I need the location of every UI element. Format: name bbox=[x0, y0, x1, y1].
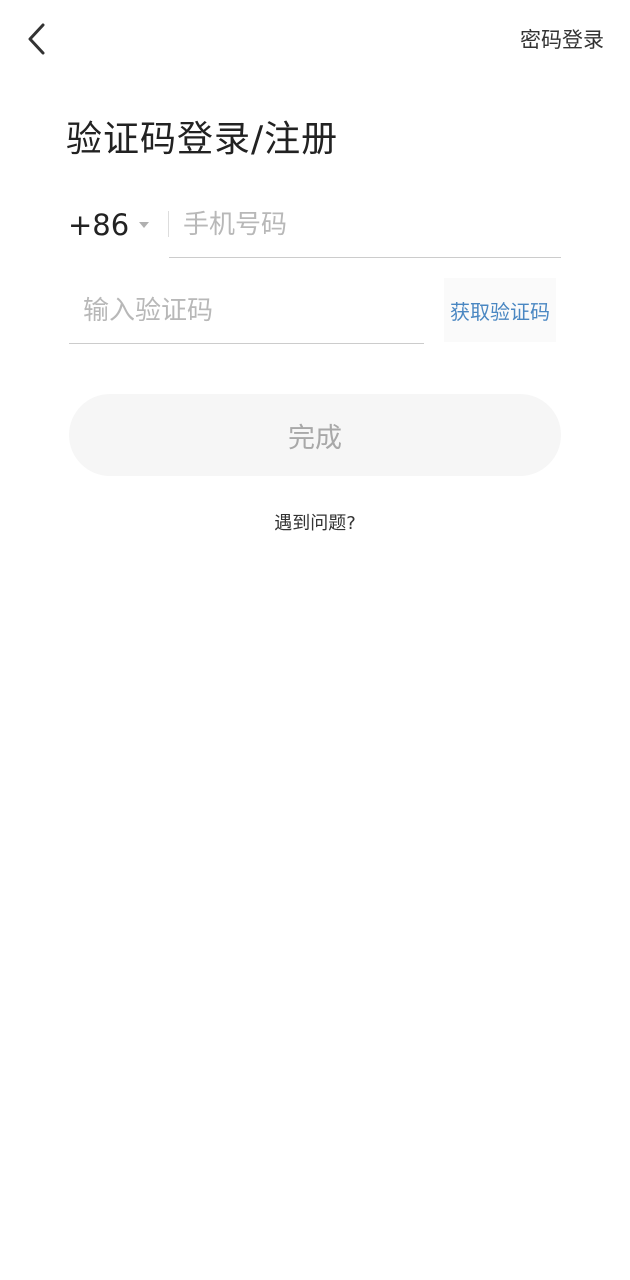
verification-code-field bbox=[69, 281, 424, 344]
caret-down-icon bbox=[139, 222, 150, 228]
country-code-label: +86 bbox=[68, 208, 130, 242]
password-login-link[interactable]: 密码登录 bbox=[520, 24, 604, 56]
phone-field bbox=[169, 195, 561, 258]
verification-code-input[interactable] bbox=[83, 289, 413, 333]
get-code-button[interactable]: 获取验证码 bbox=[444, 278, 556, 342]
country-code-selector[interactable]: +86 bbox=[68, 203, 150, 247]
phone-input[interactable] bbox=[183, 203, 543, 247]
login-screen: 密码登录 验证码登录/注册 +86 获取验证码 完成 遇到问题? bbox=[0, 0, 630, 1280]
back-button[interactable] bbox=[18, 18, 54, 60]
done-button[interactable]: 完成 bbox=[69, 394, 561, 476]
chevron-left-icon bbox=[28, 23, 45, 55]
help-link[interactable]: 遇到问题? bbox=[0, 510, 630, 538]
page-title: 验证码登录/注册 bbox=[66, 119, 339, 160]
